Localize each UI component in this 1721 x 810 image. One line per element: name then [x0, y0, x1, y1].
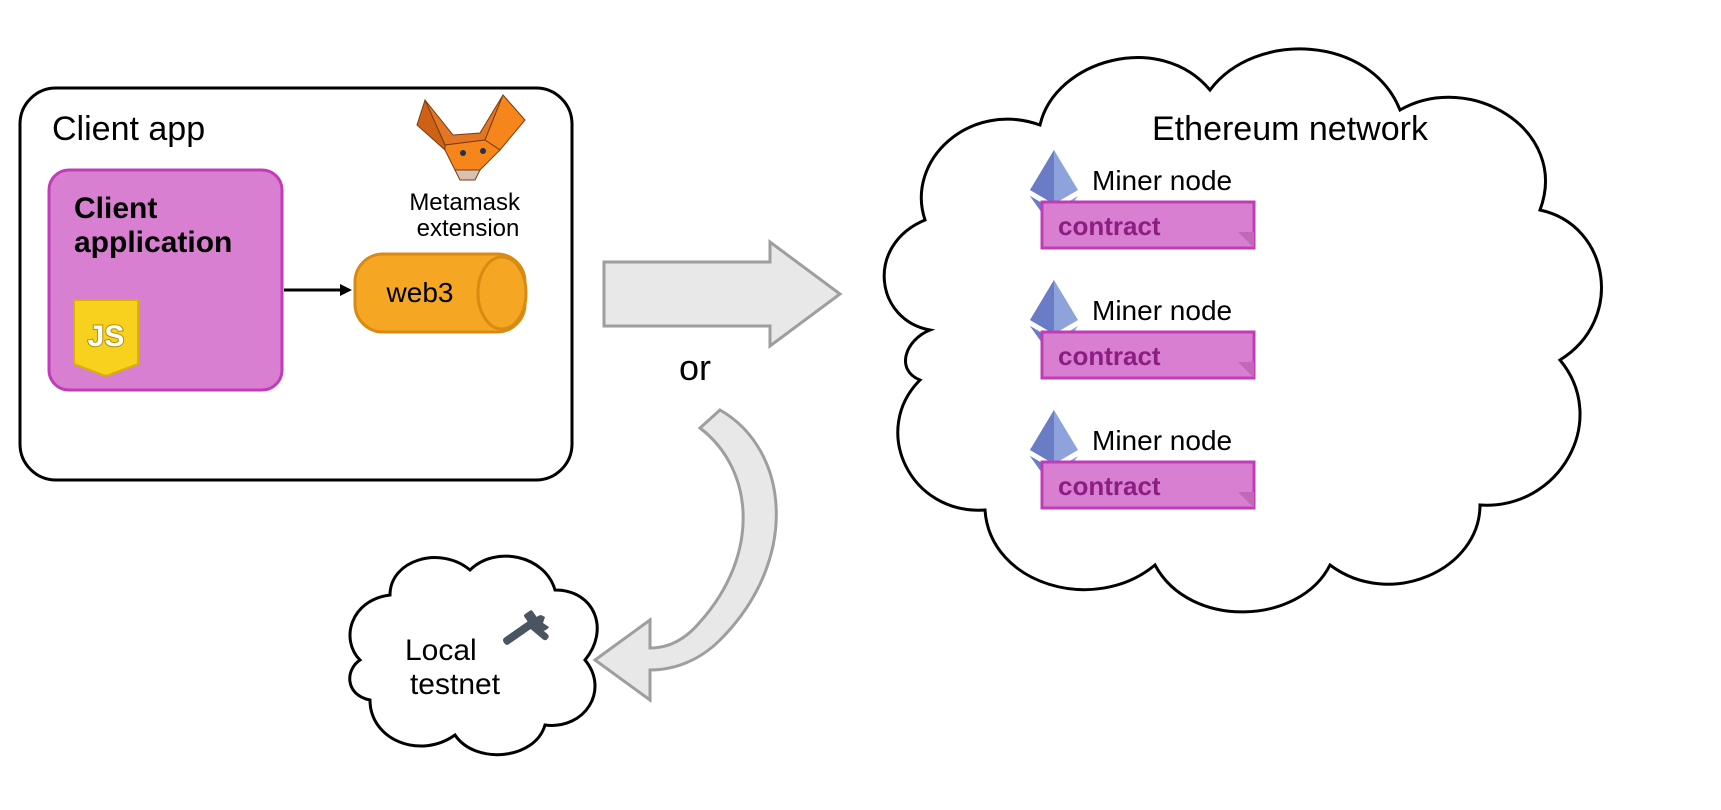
contract-box: contract	[1042, 202, 1254, 248]
web3-label: web3	[386, 277, 454, 308]
contract-label: contract	[1058, 471, 1161, 501]
contract-box: contract	[1042, 332, 1254, 378]
javascript-icon-label: JS	[88, 320, 125, 353]
client-app-title: Client app	[52, 110, 205, 148]
web3-cylinder: web3	[355, 254, 526, 332]
metamask-label: Metamask extension	[409, 189, 526, 242]
contract-box: contract	[1042, 462, 1254, 508]
miner-node-label: Miner node	[1092, 295, 1232, 326]
local-testnet-cloud: Local testnet	[350, 556, 597, 755]
client-application-box: Client application JS	[49, 170, 282, 390]
arrow-to-ethereum	[604, 242, 840, 346]
or-label: or	[679, 347, 711, 388]
javascript-icon: JS	[74, 300, 138, 376]
miner-node-label: Miner node	[1092, 425, 1232, 456]
contract-label: contract	[1058, 211, 1161, 241]
ethereum-network-title: Ethereum network	[1152, 110, 1429, 148]
client-app-box: Client app Client application JS web3	[20, 88, 572, 480]
ethereum-network-cloud: Ethereum network Miner node contract	[884, 49, 1601, 612]
arrow-to-local-testnet	[595, 410, 776, 700]
miner-node-label: Miner node	[1092, 165, 1232, 196]
contract-label: contract	[1058, 341, 1161, 371]
